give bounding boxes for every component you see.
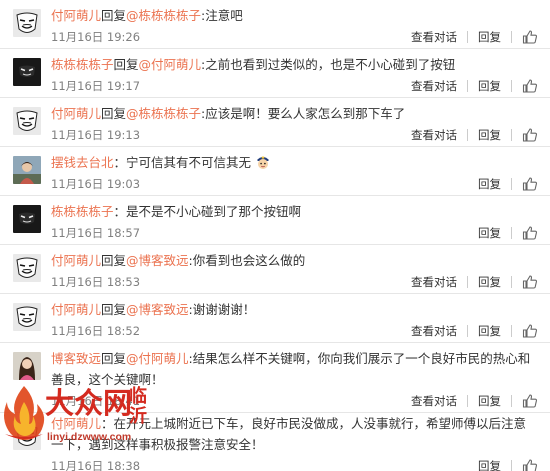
list-item: 付阿萌儿回复@栋栋栋栋子:应该是啊！要么人家怎么到那下车了 11月16日 19:… <box>0 98 550 147</box>
comment-time: 11月16日 18:52 <box>51 324 141 338</box>
list-item: 栋栋栋栋子回复@付阿萌儿:之前也看到过类似的，也是不小心碰到了按钮 11月16日… <box>0 49 550 98</box>
list-item: 付阿萌儿回复@博客致远:谢谢谢谢！ 11月16日 18:52 查看对话 回复 <box>0 294 550 343</box>
mention-link[interactable]: @博客致远 <box>126 302 189 317</box>
comment-text: :你看到也会这么做的 <box>188 253 306 268</box>
mention-link[interactable]: @栋栋栋栋子 <box>126 8 201 23</box>
comment-text: ：宁可信其有不可信其无 <box>113 155 252 170</box>
comment-time: 11月16日 18:53 <box>51 275 141 289</box>
reply-link[interactable]: 回复 <box>478 176 501 192</box>
view-conversation-link[interactable]: 查看对话 <box>411 29 457 45</box>
mention-link[interactable]: @栋栋栋栋子 <box>126 106 201 121</box>
mention-link[interactable]: @付阿萌儿 <box>139 57 202 72</box>
comment-author[interactable]: 付阿萌儿 <box>51 8 101 23</box>
divider <box>467 325 468 337</box>
comment-text: ：是不是不小心碰到了那个按钮啊 <box>113 204 302 219</box>
comment-author[interactable]: 付阿萌儿 <box>51 106 101 121</box>
avatar[interactable] <box>13 156 41 184</box>
divider <box>467 80 468 92</box>
reply-link[interactable]: 回复 <box>478 323 501 339</box>
list-item: 栋栋栋栋子：是不是不小心碰到了那个按钮啊 11月16日 18:57 回复 <box>0 196 550 245</box>
list-item: 付阿萌儿回复@栋栋栋栋子:注意吧 11月16日 19:26 查看对话 回复 <box>0 0 550 49</box>
divider <box>511 31 512 43</box>
divider <box>511 460 512 471</box>
avatar[interactable] <box>13 352 41 380</box>
list-item: 付阿萌儿：在开元上城附近已下车，良好市民没做成，人没事就行，希望师傅以后注意一下… <box>0 413 550 471</box>
comment-author[interactable]: 付阿萌儿 <box>51 302 101 317</box>
thumbs-up-icon[interactable] <box>522 78 538 94</box>
comment-text: :注意吧 <box>201 8 243 23</box>
view-conversation-link[interactable]: 查看对话 <box>411 78 457 94</box>
reply-link[interactable]: 回复 <box>478 127 501 143</box>
comment-author[interactable]: 付阿萌儿 <box>51 253 101 268</box>
comment-time: 11月16日 18:41 <box>51 394 141 408</box>
reply-prefix: 回复 <box>113 57 139 72</box>
thumbs-up-icon[interactable] <box>522 225 538 241</box>
comment-author[interactable]: 付阿萌儿 <box>51 416 101 431</box>
reply-link[interactable]: 回复 <box>478 274 501 290</box>
divider <box>511 129 512 141</box>
reply-link[interactable]: 回复 <box>478 458 501 471</box>
comment-text: :应该是啊！要么人家怎么到那下车了 <box>201 106 406 121</box>
reply-link[interactable]: 回复 <box>478 393 501 409</box>
divider <box>511 178 512 190</box>
divider <box>511 276 512 288</box>
comment-author[interactable]: 栋栋栋栋子 <box>51 57 114 72</box>
avatar[interactable] <box>13 254 41 282</box>
reply-prefix: 回复 <box>101 351 127 366</box>
reply-prefix: 回复 <box>101 106 127 121</box>
mention-link[interactable]: @付阿萌儿 <box>126 351 189 366</box>
divider <box>467 31 468 43</box>
comment-time: 11月16日 18:57 <box>51 226 141 240</box>
divider <box>511 80 512 92</box>
divider <box>511 395 512 407</box>
comment-time: 11月16日 19:17 <box>51 79 141 93</box>
thumbs-up-icon[interactable] <box>522 274 538 290</box>
reply-prefix: 回复 <box>101 302 127 317</box>
comment-time: 11月16日 18:38 <box>51 459 141 471</box>
divider <box>467 276 468 288</box>
reply-prefix: 回复 <box>101 253 127 268</box>
avatar[interactable] <box>13 303 41 331</box>
view-conversation-link[interactable]: 查看对话 <box>411 274 457 290</box>
mention-link[interactable]: @博客致远 <box>126 253 189 268</box>
comment-text: :之前也看到过类似的，也是不小心碰到了按钮 <box>201 57 456 72</box>
thumbs-up-icon[interactable] <box>522 127 538 143</box>
avatar[interactable] <box>13 9 41 37</box>
avatar[interactable] <box>13 422 41 450</box>
reply-link[interactable]: 回复 <box>478 225 501 241</box>
thumbs-up-icon[interactable] <box>522 29 538 45</box>
comment-text: :谢谢谢谢！ <box>188 302 256 317</box>
list-item: 博客致远回复@付阿萌儿:结果怎么样不关键啊，你向我们展示了一个良好市民的热心和善… <box>0 343 550 413</box>
comment-author[interactable]: 博客致远 <box>51 351 101 366</box>
thumbs-up-icon[interactable] <box>522 323 538 339</box>
list-item: 摆钱去台北：宁可信其有不可信其无 11月16日 19:03 回复 <box>0 147 550 196</box>
divider <box>467 395 468 407</box>
reply-link[interactable]: 回复 <box>478 29 501 45</box>
comment-author[interactable]: 摆钱去台北 <box>51 155 114 170</box>
divider <box>511 325 512 337</box>
thumbs-up-icon[interactable] <box>522 393 538 409</box>
list-item: 付阿萌儿回复@博客致远:你看到也会这么做的 11月16日 18:53 查看对话回… <box>0 245 550 294</box>
comment-time: 11月16日 19:13 <box>51 128 141 142</box>
reply-link[interactable]: 回复 <box>478 78 501 94</box>
reply-prefix: 回复 <box>101 8 127 23</box>
police-emoji-icon <box>255 154 271 170</box>
comment-time: 11月16日 19:26 <box>51 30 141 44</box>
view-conversation-link[interactable]: 查看对话 <box>411 323 457 339</box>
view-conversation-link[interactable]: 查看对话 <box>411 393 457 409</box>
comment-text: ：在开元上城附近已下车，良好市民没做成，人没事就行，希望师傅以后注意一下，遇到这… <box>51 416 527 452</box>
avatar[interactable] <box>13 58 41 86</box>
avatar[interactable] <box>13 205 41 233</box>
divider <box>467 129 468 141</box>
comment-time: 11月16日 19:03 <box>51 177 141 191</box>
view-conversation-link[interactable]: 查看对话 <box>411 127 457 143</box>
divider <box>511 227 512 239</box>
comment-author[interactable]: 栋栋栋栋子 <box>51 204 114 219</box>
avatar[interactable] <box>13 107 41 135</box>
thumbs-up-icon[interactable] <box>522 458 538 471</box>
thumbs-up-icon[interactable] <box>522 176 538 192</box>
